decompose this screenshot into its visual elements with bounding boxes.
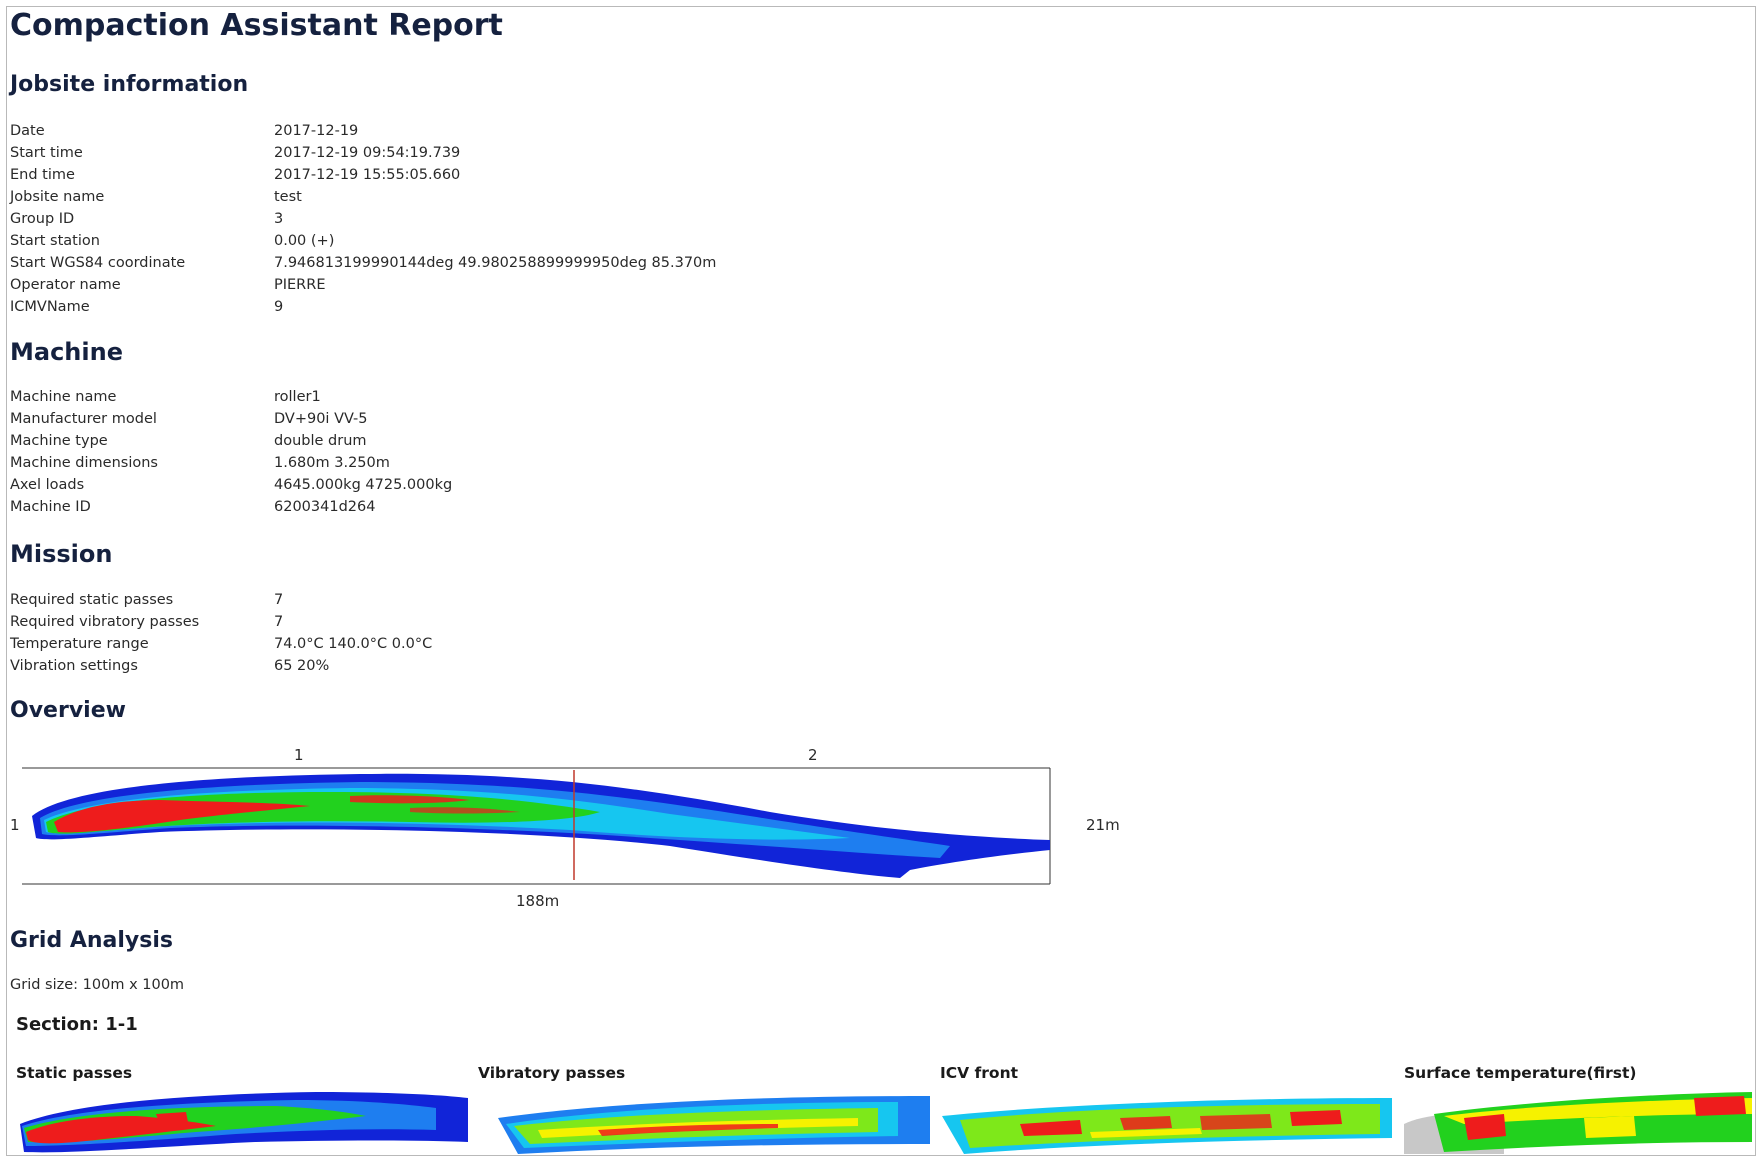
mission-key: Temperature range bbox=[10, 636, 149, 652]
jobsite-table: Date 2017-12-19 Start time 2017-12-19 09:54… bbox=[10, 120, 716, 318]
overview-row-label: 1 bbox=[10, 816, 20, 834]
grid-size: Grid size: 100m x 100m bbox=[10, 977, 184, 993]
overview-heading: Overview bbox=[10, 698, 126, 723]
jobsite-row: Start WGS84 coordinate 7.946813199990144d… bbox=[10, 252, 716, 274]
mission-row: Vibration settings 65 20% bbox=[10, 655, 432, 677]
machine-key: Machine type bbox=[10, 433, 108, 449]
jobsite-key: Operator name bbox=[10, 277, 121, 293]
mission-row: Required vibratory passes 7 bbox=[10, 611, 432, 633]
jobsite-key: Start station bbox=[10, 233, 100, 249]
machine-value: 4645.000kg 4725.000kg bbox=[274, 477, 453, 493]
jobsite-key: Start time bbox=[10, 145, 83, 161]
thumb-title-icv-front: ICV front bbox=[940, 1064, 1019, 1082]
machine-value: DV+90i VV-5 bbox=[274, 411, 368, 427]
mission-row: Required static passes 7 bbox=[10, 589, 432, 611]
jobsite-key: Jobsite name bbox=[10, 189, 105, 205]
jobsite-value: 0.00 (+) bbox=[274, 233, 335, 249]
jobsite-row: Date 2017-12-19 bbox=[10, 120, 716, 142]
jobsite-key: Group ID bbox=[10, 211, 75, 227]
thumb-vibratory-passes bbox=[498, 1096, 930, 1154]
grid-size-label: Grid size: bbox=[10, 977, 79, 993]
machine-row: Machine ID 6200341d264 bbox=[10, 496, 452, 518]
jobsite-value: 7.946813199990144deg 49.980258899999950d… bbox=[274, 255, 717, 271]
grid-size-value: 100m x 100m bbox=[82, 977, 185, 993]
jobsite-value: PIERRE bbox=[274, 277, 326, 293]
machine-row: Manufacturer model DV+90i VV-5 bbox=[10, 408, 452, 430]
overview-segment-label-2: 2 bbox=[808, 746, 818, 764]
grid-analysis-heading: Grid Analysis bbox=[10, 928, 174, 953]
machine-key: Axel loads bbox=[10, 477, 85, 493]
jobsite-key: Date bbox=[10, 123, 45, 139]
machine-table: Machine name roller1 Manufacturer model DV+… bbox=[10, 386, 452, 518]
jobsite-row: ICMVName 9 bbox=[10, 296, 716, 318]
thumb-icv-front bbox=[942, 1098, 1392, 1154]
jobsite-key: End time bbox=[10, 167, 75, 183]
jobsite-value: 2017-12-19 15:55:05.660 bbox=[274, 167, 461, 183]
thumb-title-surface-temperature: Surface temperature(first) bbox=[1404, 1064, 1637, 1082]
jobsite-key: ICMVName bbox=[10, 299, 90, 315]
jobsite-value: test bbox=[274, 189, 302, 205]
thumb-surface-temperature bbox=[1404, 1092, 1752, 1154]
machine-row: Machine dimensions 1.680m 3.250m bbox=[10, 452, 452, 474]
jobsite-row: Jobsite name test bbox=[10, 186, 716, 208]
thumb-static-passes bbox=[20, 1092, 468, 1153]
jobsite-value: 2017-12-19 bbox=[274, 123, 359, 139]
jobsite-row: Operator name PIERRE bbox=[10, 274, 716, 296]
jobsite-value: 2017-12-19 09:54:19.739 bbox=[274, 145, 461, 161]
jobsite-value: 9 bbox=[274, 299, 284, 315]
machine-row: Machine type double drum bbox=[10, 430, 452, 452]
mission-value: 74.0°C 140.0°C 0.0°C bbox=[274, 636, 433, 652]
jobsite-row: Group ID 3 bbox=[10, 208, 716, 230]
jobsite-key: Start WGS84 coordinate bbox=[10, 255, 186, 271]
jobsite-row: End time 2017-12-19 15:55:05.660 bbox=[10, 164, 716, 186]
machine-row: Machine name roller1 bbox=[10, 386, 452, 408]
section-label: Section: bbox=[16, 1014, 99, 1035]
machine-value: 6200341d264 bbox=[274, 499, 376, 515]
jobsite-heading: Jobsite information bbox=[10, 72, 249, 97]
mission-key: Vibration settings bbox=[10, 658, 138, 674]
thumb-title-static-passes: Static passes bbox=[16, 1064, 133, 1082]
machine-value: 1.680m 3.250m bbox=[274, 455, 390, 471]
overview-length-label: 188m bbox=[516, 892, 559, 910]
mission-value: 65 20% bbox=[274, 658, 330, 674]
machine-row: Axel loads 4645.000kg 4725.000kg bbox=[10, 474, 452, 496]
jobsite-value: 3 bbox=[274, 211, 284, 227]
overview-height-label: 21m bbox=[1086, 816, 1120, 834]
mission-row: Temperature range 74.0°C 140.0°C 0.0°C bbox=[10, 633, 432, 655]
machine-key: Machine ID bbox=[10, 499, 91, 515]
section-value: 1-1 bbox=[105, 1014, 138, 1035]
overview-map-svg: 1 2 1 21m 188m bbox=[10, 746, 1120, 910]
mission-value: 7 bbox=[274, 592, 284, 608]
mission-value: 7 bbox=[274, 614, 284, 630]
section-indicator: Section: 1-1 bbox=[16, 1014, 138, 1035]
mission-key: Required static passes bbox=[10, 592, 174, 608]
report-title: Compaction Assistant Report bbox=[10, 8, 503, 43]
mission-heading: Mission bbox=[10, 540, 113, 568]
mission-key: Required vibratory passes bbox=[10, 614, 200, 630]
machine-key: Machine dimensions bbox=[10, 455, 158, 471]
overview-map: 1 2 1 21m 188m bbox=[10, 742, 1130, 912]
machine-key: Manufacturer model bbox=[10, 411, 157, 427]
mission-table: Required static passes 7 Required vibrator… bbox=[10, 589, 432, 677]
machine-value: double drum bbox=[274, 433, 367, 449]
jobsite-row: Start station 0.00 (+) bbox=[10, 230, 716, 252]
overview-segment-label-1: 1 bbox=[294, 746, 304, 764]
machine-heading: Machine bbox=[10, 338, 123, 366]
machine-key: Machine name bbox=[10, 389, 117, 405]
machine-value: roller1 bbox=[274, 389, 321, 405]
thumb-title-vibratory-passes: Vibratory passes bbox=[478, 1064, 626, 1082]
jobsite-row: Start time 2017-12-19 09:54:19.739 bbox=[10, 142, 716, 164]
